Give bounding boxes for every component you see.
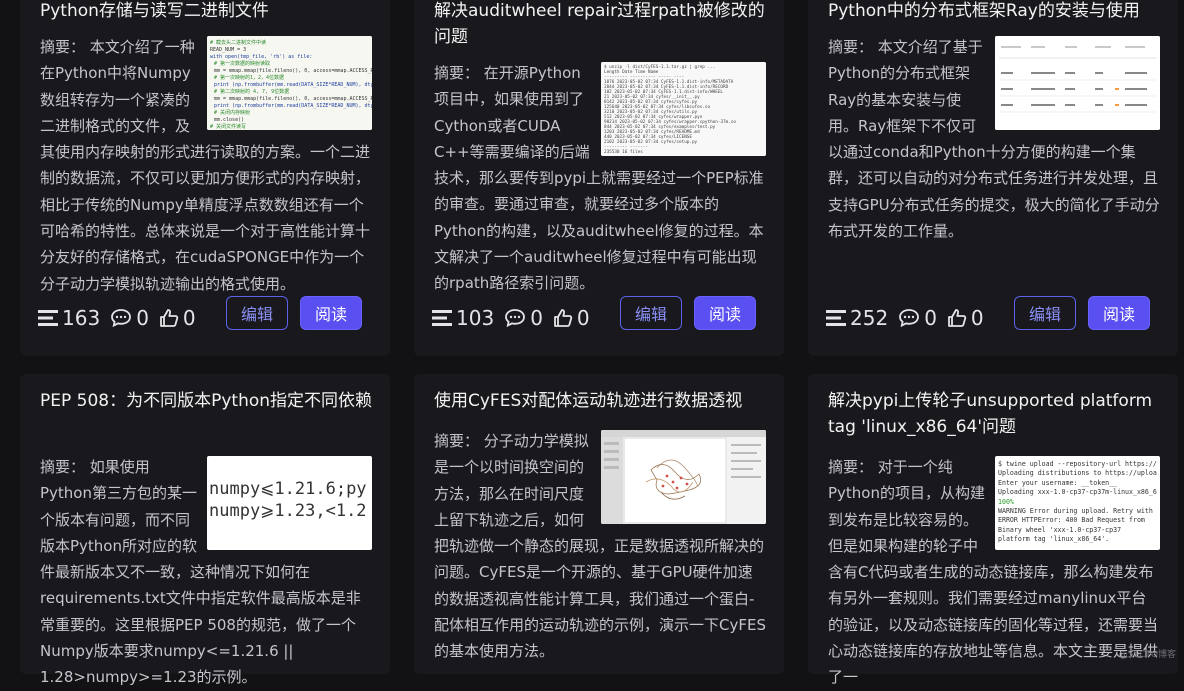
article-title[interactable]: Python存储与读写二进制文件 — [40, 0, 374, 24]
edit-button[interactable]: 编辑 — [226, 296, 288, 330]
views-count: 163 — [62, 306, 101, 330]
svg-text:235530 16: 235530 16 files — [604, 149, 643, 155]
svg-text:mm = mmap.mmap(file.fileno(),: mm = mmap.mmap(file.fileno(), 0, access=… — [214, 96, 372, 102]
article-summary: 摘要： 分子动力学模拟是一个以时间换空间的方法，那么在时间尺度上留下轨迹之后，如… — [434, 428, 766, 665]
article-thumbnail[interactable] — [601, 430, 766, 524]
article-thumbnail[interactable]: $ twine upload --repository-url https://… — [995, 456, 1160, 550]
article-stats: 163 0 0 — [38, 306, 202, 330]
article-card-6: 解决pypi上传轮子unsupported platform tag 'linu… — [808, 374, 1178, 686]
svg-text:READ_NUM = 3: READ_NUM = 3 — [210, 47, 246, 53]
summary-label: 摘要： — [828, 38, 874, 56]
svg-text:# 截去头二进制文件中读: # 截去头二进制文件中读 — [210, 39, 266, 46]
article-title[interactable]: 解决pypi上传轮子unsupported platform tag 'linu… — [828, 388, 1162, 440]
article-card-2: 解决auditwheel repair过程rpath被修改的问题 $ unzip… — [414, 0, 784, 356]
svg-text:# 关闭内存映射: # 关闭内存映射 — [214, 109, 250, 116]
terminal-line: Enter your username: __token__ — [998, 478, 1118, 487]
svg-text:# 第一次映射的1，2，4位数据: # 第一次映射的1，2，4位数据 — [214, 74, 284, 81]
article-summary: 摘要： 本文介绍了基于Python的分布式框架Ray的基本安装与使用。Ray框架… — [828, 34, 1160, 244]
svg-text:print (np.frombuffer(mm.read(D: print (np.frombuffer(mm.read(DATA_SIZE*R… — [214, 82, 372, 88]
comment-count: 0 — [136, 306, 149, 330]
read-button[interactable]: 阅读 — [1088, 296, 1150, 330]
edit-button[interactable]: 编辑 — [620, 296, 682, 330]
terminal-line: WARNING Error during upload. Retry with — [998, 507, 1153, 516]
article-title[interactable]: 使用CyFES对配体运动轨迹进行数据透视 — [434, 388, 768, 414]
views-icon — [826, 309, 846, 327]
like-count: 0 — [970, 306, 984, 330]
twine-terminal-output: $ twine upload --repository-url https://… — [995, 456, 1160, 545]
svg-text:# 第二次映射的 4, 7, 9位数据: # 第二次映射的 4, 7, 9位数据 — [214, 88, 289, 95]
terminal-line: Binary wheel 'xxx-1.0-cp37-cp37 — [998, 525, 1122, 534]
svg-text:mm = mmap.mmap(file.fileno(),: mm = mmap.mmap(file.fileno(), 0, access=… — [214, 68, 372, 74]
article-thumbnail[interactable]: $ unzip -l dist/CyFES-1.1.tar.gz | grep … — [601, 62, 766, 156]
svg-text:# 第一次数据的映射读取: # 第一次数据的映射读取 — [214, 60, 270, 67]
article-card-3: Python中的分布式框架Ray的安装与使用 摘要： 本文介绍了基于Python… — [808, 0, 1178, 356]
svg-text:mm.close(): mm.close() — [214, 117, 244, 123]
terminal-line: Uploading xxx-1.0-cp37-cp37m-linux_x86_6 — [998, 488, 1157, 497]
summary-label: 摘要： — [828, 458, 874, 476]
terminal-line: $ twine upload --repository-url https:// — [998, 460, 1157, 468]
article-summary: $ twine upload --repository-url https://… — [828, 454, 1160, 691]
article-title[interactable]: PEP 508：为不同版本Python指定不同依赖 — [40, 388, 374, 414]
read-button[interactable]: 阅读 — [694, 296, 756, 330]
like-count: 0 — [576, 306, 590, 330]
article-card-4: PEP 508：为不同版本Python指定不同依赖 numpy⩽1.21.6;p… — [20, 374, 390, 686]
article-summary: numpy⩽1.21.6;py numpy⩾1.23,<1.2 摘要： 如果使用… — [40, 454, 372, 691]
svg-text:print (np.frombuffer(mm.read(D: print (np.frombuffer(mm.read(DATA_SIZE*R… — [214, 103, 372, 109]
article-title[interactable]: 解决auditwheel repair过程rpath被修改的问题 — [434, 0, 768, 50]
site-watermark: @51CTO博客 — [1118, 650, 1176, 660]
article-stats: 103 0 0 — [432, 306, 596, 330]
edit-button[interactable]: 编辑 — [1014, 296, 1076, 330]
article-thumbnail[interactable]: # 截去头二进制文件中读 READ_NUM = 3 with open(tmp_… — [207, 36, 372, 130]
terminal-line: 100% — [998, 497, 1014, 506]
like-icon[interactable] — [947, 308, 967, 328]
version-spec-code: numpy⩽1.21.6;py numpy⩾1.23,<1.2 — [207, 456, 372, 522]
article-card-1: Python存储与读写二进制文件 # 截去头二进制文件中读 READ_NUM =… — [20, 0, 390, 356]
like-count: 0 — [182, 306, 196, 330]
like-icon[interactable] — [159, 308, 179, 328]
article-thumbnail[interactable]: numpy⩽1.21.6;py numpy⩾1.23,<1.2 — [207, 456, 372, 550]
comment-icon[interactable] — [898, 308, 920, 328]
summary-label: 摘要： — [40, 458, 86, 476]
code-line: numpy⩾1.23,<1.2 — [209, 501, 367, 521]
article-thumbnail[interactable] — [995, 36, 1160, 130]
article-stats: 252 0 0 — [826, 306, 990, 330]
terminal-line: Uploading distributions to https://uploa — [998, 469, 1157, 478]
terminal-line: ERROR HTTPError: 400 Bad Request from — [998, 516, 1145, 525]
views-icon — [38, 309, 58, 327]
svg-text:with open(tmp_file, 'rb') as f: with open(tmp_file, 'rb') as file: — [210, 54, 312, 60]
summary-label: 摘要： — [434, 64, 480, 82]
summary-label: 摘要： — [434, 432, 480, 450]
comment-icon[interactable] — [110, 308, 132, 328]
views-count: 103 — [456, 306, 495, 330]
article-summary: $ unzip -l dist/CyFES-1.1.tar.gz | grep … — [434, 60, 766, 297]
comment-count: 0 — [530, 306, 543, 330]
comment-icon[interactable] — [504, 308, 526, 328]
code-line: numpy⩽1.21.6;py — [209, 479, 367, 499]
read-button[interactable]: 阅读 — [300, 296, 362, 330]
comment-count: 0 — [924, 306, 937, 330]
article-title[interactable]: Python中的分布式框架Ray的安装与使用 — [828, 0, 1162, 24]
terminal-line: platform tag 'linux_x86_64'. — [998, 535, 1110, 544]
views-icon — [432, 309, 452, 327]
article-summary: # 截去头二进制文件中读 READ_NUM = 3 with open(tmp_… — [40, 34, 372, 297]
article-card-5: 使用CyFES对配体运动轨迹进行数据透视 摘要： 分子动力学模拟是一个以时间换空… — [414, 374, 784, 674]
summary-label: 摘要： — [40, 38, 86, 56]
svg-text:# 关闭文件读写: # 关闭文件读写 — [210, 123, 246, 130]
views-count: 252 — [850, 306, 889, 330]
like-icon[interactable] — [553, 308, 573, 328]
